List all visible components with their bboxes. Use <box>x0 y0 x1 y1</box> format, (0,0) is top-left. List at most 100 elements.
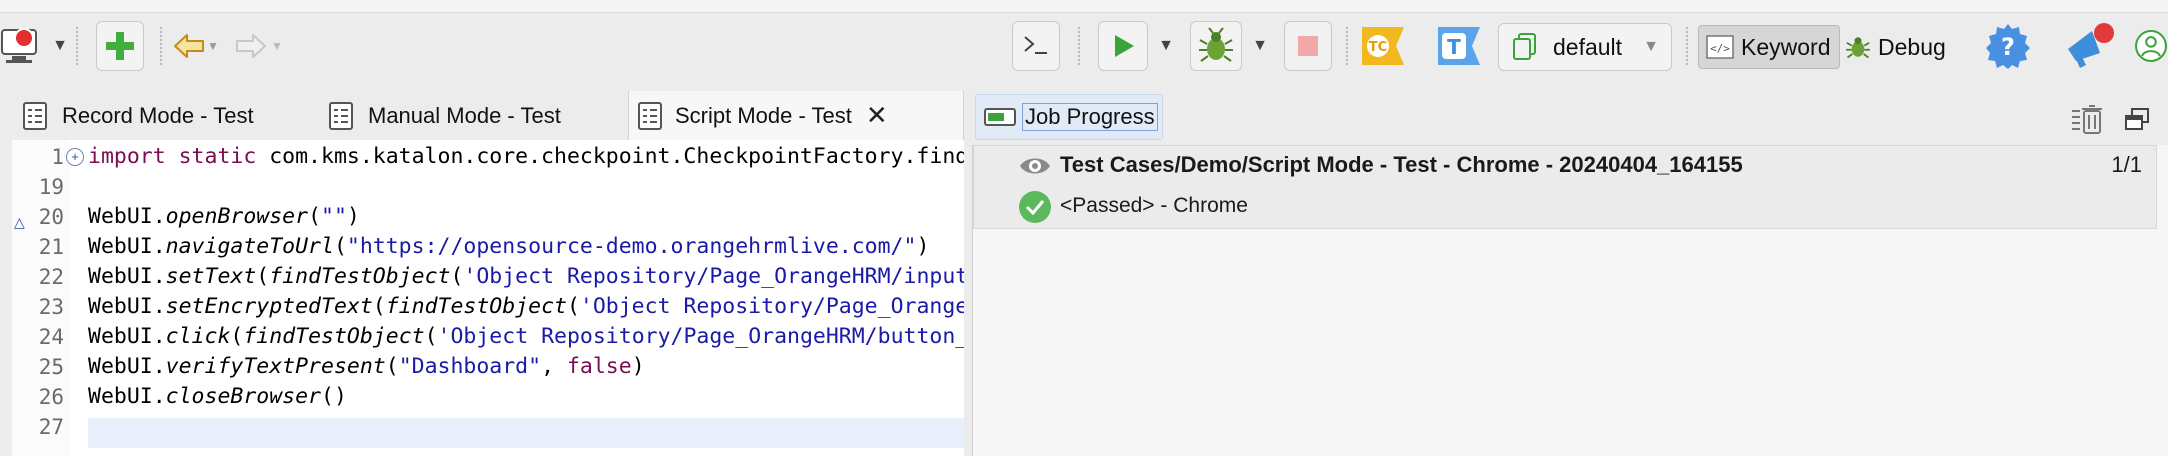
code-text: WebUI.closeBrowser() <box>88 382 347 412</box>
testops-icon[interactable]: T <box>1434 21 1484 71</box>
code-text: WebUI.setEncryptedText(findTestObject('O… <box>88 292 964 322</box>
code-token: com.kms.katalon.core.checkpoint.Checkpoi… <box>269 144 964 169</box>
add-button[interactable] <box>96 21 144 71</box>
line-number: 26 <box>38 385 64 409</box>
code-token: , <box>541 354 567 379</box>
tab-script-mode[interactable]: Script Mode - Test ✕ <box>628 91 964 140</box>
toolbar-separator <box>1686 27 1690 65</box>
code-token: "" <box>321 204 347 229</box>
account-avatar-icon[interactable] <box>2134 21 2168 71</box>
code-token: closeBrowser <box>165 384 322 409</box>
script-file-icon <box>23 101 47 130</box>
code-line[interactable]: 22 WebUI.setText(findTestObject('Object R… <box>12 262 964 292</box>
job-progress-icon <box>984 108 1016 126</box>
code-token: WebUI. <box>88 324 166 349</box>
eye-icon[interactable] <box>1018 154 1052 178</box>
code-token: ( <box>256 264 270 289</box>
code-token: WebUI. <box>88 204 166 229</box>
code-token: WebUI. <box>88 294 166 319</box>
script-editor[interactable]: 1 import static com.kms.katalon.core.chec… <box>12 140 964 456</box>
job-count: 1/1 <box>2111 152 2142 177</box>
code-token: WebUI. <box>88 264 166 289</box>
terminal-icon <box>1024 36 1047 54</box>
clear-all-icon[interactable] <box>2070 103 2104 142</box>
panel-divider[interactable] <box>964 91 972 456</box>
code-token: setText <box>165 264 257 289</box>
job-row[interactable]: Test Cases/Demo/Script Mode - Test - Chr… <box>973 145 2157 229</box>
code-token: findTestObject <box>243 324 425 349</box>
code-line[interactable]: 24 WebUI.click(findTestObject('Object Rep… <box>12 322 964 352</box>
tab-job-progress[interactable]: Job Progress <box>975 94 1163 140</box>
bug-icon <box>1199 27 1233 62</box>
debug-perspective-button[interactable]: Debug <box>1844 25 1946 69</box>
maximize-panel-icon[interactable] <box>2124 107 2150 136</box>
forward-dropdown-icon[interactable]: ▼ <box>270 21 284 71</box>
code-token: WebUI. <box>88 384 166 409</box>
code-line[interactable]: 19 <box>12 172 964 202</box>
job-progress-panel: Test Cases/Demo/Script Mode - Test - Chr… <box>972 145 2168 456</box>
code-token: false <box>566 354 632 379</box>
fold-expand-icon[interactable]: + <box>66 148 84 166</box>
script-file-icon <box>329 101 353 130</box>
code-icon: </> <box>1706 35 1734 59</box>
code-text: WebUI.setText(findTestObject('Object Rep… <box>88 262 964 292</box>
code-line[interactable]: 1 import static com.kms.katalon.core.chec… <box>12 142 964 172</box>
keyword-perspective-button[interactable]: </> Keyword <box>1698 25 1840 69</box>
announcement-icon[interactable] <box>2062 21 2118 71</box>
code-line[interactable]: 25 WebUI.verifyTextPresent("Dashboard", f… <box>12 352 964 382</box>
record-dropdown-icon[interactable]: ▼ <box>52 21 68 71</box>
code-line[interactable]: 23 WebUI.setEncryptedText(findTestObject(… <box>12 292 964 322</box>
tab-record-mode[interactable]: Record Mode - Test <box>16 91 316 140</box>
collapse-marker-icon[interactable]: △ <box>14 214 25 231</box>
code-token: ( <box>230 324 244 349</box>
execution-profile-select[interactable]: default ▼ <box>1498 23 1672 71</box>
code-token: ) <box>346 204 360 229</box>
run-dropdown-icon[interactable]: ▼ <box>1158 21 1174 71</box>
line-number: 25 <box>38 355 64 379</box>
copy-profile-icon <box>1513 33 1536 60</box>
code-line[interactable]: 27 <box>12 412 964 442</box>
console-button[interactable] <box>1012 21 1060 71</box>
svg-text:T: T <box>1447 35 1461 59</box>
tab-manual-mode[interactable]: Manual Mode - Test <box>322 91 622 140</box>
code-token: ) <box>631 354 645 379</box>
code-token: () <box>321 384 347 409</box>
job-status: <Passed> - Chrome <box>1060 194 1248 217</box>
back-arrow-icon[interactable] <box>172 21 208 71</box>
testcloud-icon[interactable]: TC <box>1358 21 1408 71</box>
code-token: WebUI. <box>88 234 166 259</box>
debug-label: Debug <box>1878 33 1946 60</box>
toolbar-separator <box>160 27 164 65</box>
forward-arrow-icon[interactable] <box>232 21 268 71</box>
code-token: ( <box>566 294 580 319</box>
tab-label: Record Mode - Test <box>62 102 254 128</box>
line-number: 1 <box>51 145 64 169</box>
main-toolbar: ▼ ▼ ▼ ▼ ▼ TC T default ▼ </> Keyword Deb… <box>0 13 2168 79</box>
code-line[interactable]: 21 WebUI.navigateToUrl("https://opensourc… <box>12 232 964 262</box>
code-line[interactable]: 20 WebUI.openBrowser("") <box>12 202 964 232</box>
record-web-icon[interactable] <box>0 21 38 71</box>
stop-button[interactable] <box>1284 21 1332 71</box>
profile-dropdown-icon: ▼ <box>1643 38 1659 55</box>
code-text: import static com.kms.katalon.core.check… <box>88 142 964 172</box>
line-number: 23 <box>38 295 64 319</box>
svg-text:</>: </> <box>1710 42 1730 55</box>
debug-dropdown-icon[interactable]: ▼ <box>1252 21 1268 71</box>
line-number: 24 <box>38 325 64 349</box>
tab-label: Script Mode - Test <box>675 102 852 128</box>
back-dropdown-icon[interactable]: ▼ <box>206 21 220 71</box>
close-icon[interactable]: ✕ <box>866 100 888 131</box>
tab-label: Manual Mode - Test <box>368 102 561 128</box>
line-number: 22 <box>38 265 64 289</box>
code-token: "Dashboard" <box>398 354 542 379</box>
plus-icon <box>106 32 134 60</box>
job-progress-title: Job Progress <box>1022 103 1158 131</box>
debug-run-button[interactable] <box>1190 21 1242 71</box>
passed-check-icon <box>1019 191 1051 223</box>
run-button[interactable] <box>1098 21 1148 71</box>
code-line[interactable]: 26 WebUI.closeBrowser() <box>12 382 964 412</box>
code-token: openBrowser <box>165 204 309 229</box>
job-name: Test Cases/Demo/Script Mode - Test - Chr… <box>1060 152 1743 177</box>
code-token: findTestObject <box>385 294 567 319</box>
help-icon[interactable]: ? <box>1982 21 2034 71</box>
